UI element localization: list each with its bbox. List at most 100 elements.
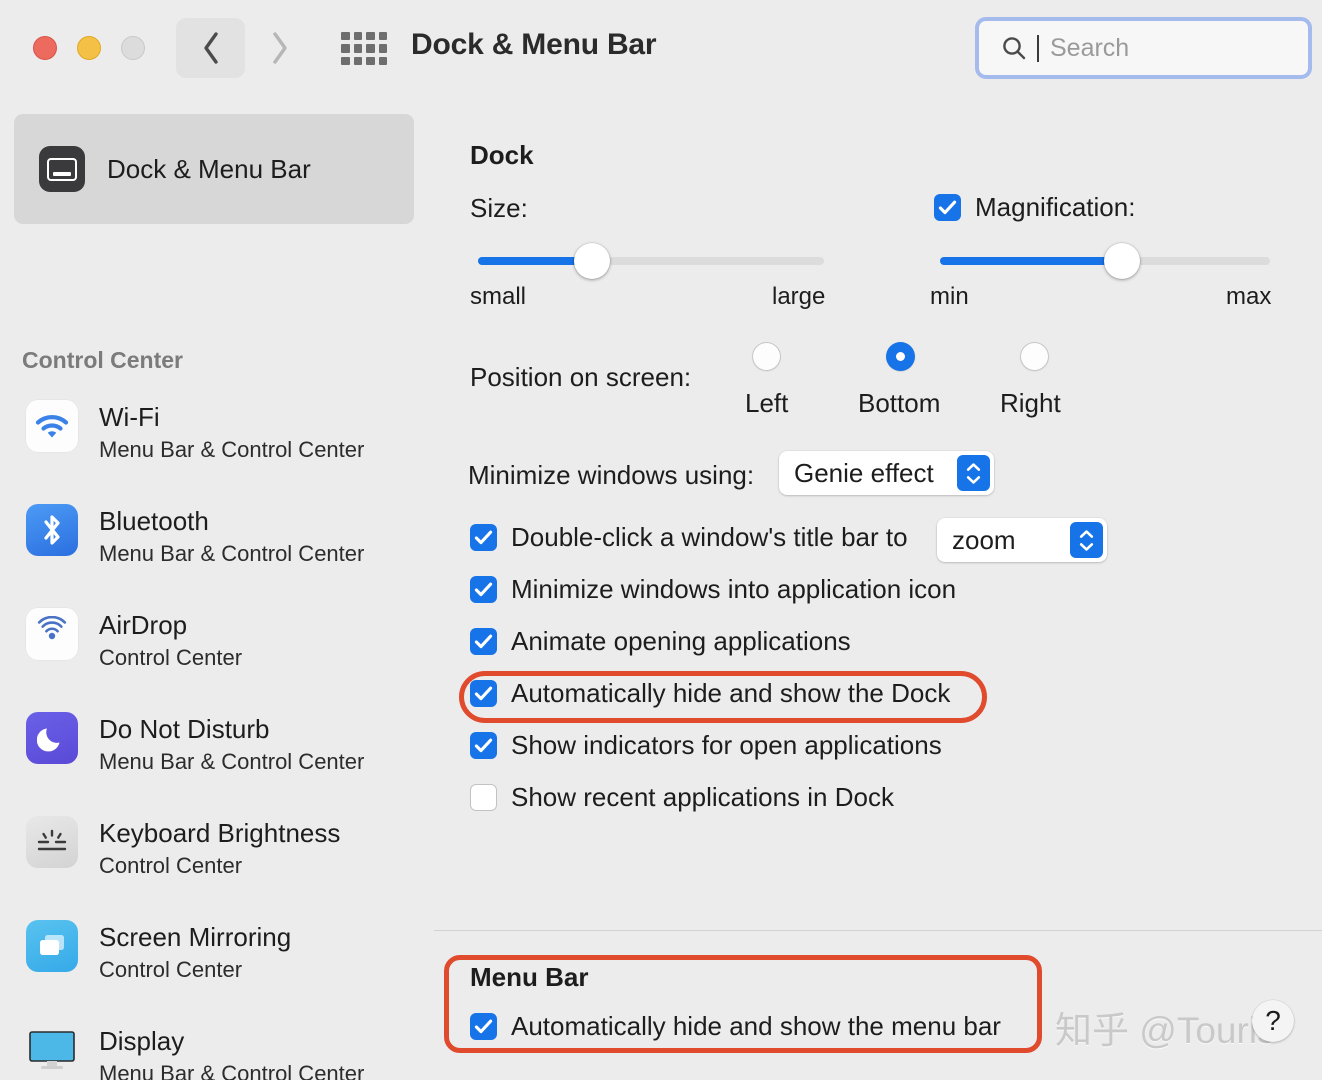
menu-bar-auto-hide-row[interactable]: Automatically hide and show the menu bar: [470, 1011, 1001, 1042]
search-field-inner[interactable]: Search: [991, 21, 1296, 75]
wifi-icon: [26, 400, 78, 452]
toolbar: Dock & Menu Bar Search: [0, 0, 1322, 97]
auto-hide-dock-checkbox[interactable]: [470, 680, 497, 707]
minimize-effect-popup[interactable]: Genie effect: [779, 451, 994, 495]
show-indicators-row[interactable]: Show indicators for open applications: [470, 730, 942, 761]
magnification-checkbox-row[interactable]: Magnification:: [934, 192, 1135, 223]
magnification-label: Magnification:: [975, 192, 1136, 222]
forward-button[interactable]: [245, 18, 314, 78]
dock-section-title: Dock: [470, 140, 534, 170]
double-click-action-value: zoom: [952, 524, 1016, 555]
moon-icon: [26, 712, 78, 764]
minimize-button[interactable]: [77, 36, 101, 60]
navigation-buttons: [176, 18, 314, 78]
double-click-label: Double-click a window's title bar to: [511, 522, 908, 552]
sidebar-item-name: Screen Mirroring: [99, 922, 292, 952]
radio-position-left[interactable]: [752, 342, 781, 371]
size-max-label: large: [772, 283, 826, 310]
double-click-action-popup[interactable]: zoom: [937, 518, 1107, 562]
auto-hide-dock-label: Automatically hide and show the Dock: [511, 678, 951, 708]
show-all-grid-icon[interactable]: [341, 32, 387, 65]
zoom-button[interactable]: [121, 36, 145, 60]
show-recent-apps-checkbox[interactable]: [470, 784, 497, 811]
dock-settings-pane: Dock Size: small large Magnification: mi…: [434, 97, 1322, 930]
page-title: Dock & Menu Bar: [411, 28, 657, 61]
sidebar-item-airdrop[interactable]: AirDrop Control Center: [0, 608, 434, 712]
sidebar-item-name: Wi-Fi: [99, 402, 160, 432]
sidebar-item-keyboard-brightness[interactable]: Keyboard Brightness Control Center: [0, 816, 434, 920]
sidebar-item-dock-menu-bar[interactable]: Dock & Menu Bar: [14, 114, 414, 224]
search-placeholder: Search: [1050, 33, 1130, 62]
animate-opening-row[interactable]: Animate opening applications: [470, 626, 851, 657]
size-min-label: small: [470, 283, 527, 310]
sidebar-item-name: Display: [99, 1026, 185, 1056]
dock-size-slider[interactable]: [478, 243, 824, 279]
magnification-max-label: max: [1226, 283, 1272, 310]
stepper-icon[interactable]: [1070, 522, 1103, 558]
sidebar: Dock & Menu Bar Control Center Wi-Fi Men…: [0, 97, 434, 1080]
sidebar-item-sub: Control Center: [99, 956, 243, 982]
screen-mirroring-icon: [26, 920, 78, 972]
sidebar-item-sub: Control Center: [99, 644, 243, 670]
position-right-label: Right: [1000, 388, 1061, 418]
minimize-into-icon-checkbox[interactable]: [470, 576, 497, 603]
dock-magnification-slider[interactable]: [940, 243, 1270, 279]
text-cursor: [1037, 34, 1039, 62]
position-left-label: Left: [745, 388, 789, 418]
sidebar-item-sub: Menu Bar & Control Center: [99, 748, 365, 774]
chevron-right-icon: [272, 32, 287, 64]
stepper-icon[interactable]: [957, 455, 990, 491]
sidebar-item-name: AirDrop: [99, 610, 188, 640]
sidebar-group-title: Control Center: [22, 347, 183, 373]
minimize-into-icon-row[interactable]: Minimize windows into application icon: [470, 574, 956, 605]
sidebar-item-sub: Menu Bar & Control Center: [99, 540, 365, 566]
position-on-screen-label: Position on screen:: [470, 362, 692, 392]
sidebar-item-name: Do Not Disturb: [99, 714, 270, 744]
animate-opening-label: Animate opening applications: [511, 626, 851, 656]
show-indicators-checkbox[interactable]: [470, 732, 497, 759]
menu-bar-auto-hide-checkbox[interactable]: [470, 1013, 497, 1040]
sidebar-item-bluetooth[interactable]: Bluetooth Menu Bar & Control Center: [0, 504, 434, 608]
minimize-effect-label: Minimize windows using:: [468, 460, 755, 490]
sidebar-item-display[interactable]: Display Menu Bar & Control Center: [0, 1024, 434, 1080]
sidebar-item-screen-mirroring[interactable]: Screen Mirroring Control Center: [0, 920, 434, 1024]
animate-opening-checkbox[interactable]: [470, 628, 497, 655]
search-icon: [1003, 37, 1026, 60]
bluetooth-icon: [26, 504, 78, 556]
magnification-min-label: min: [930, 283, 969, 310]
display-icon: [26, 1024, 78, 1076]
magnification-checkbox[interactable]: [934, 194, 961, 221]
traffic-lights: [33, 36, 145, 60]
show-recent-apps-row[interactable]: Show recent applications in Dock: [470, 782, 894, 813]
keyboard-brightness-icon: [26, 816, 78, 868]
magnification-slider-fill: [940, 257, 1122, 265]
show-recent-apps-label: Show recent applications in Dock: [511, 782, 894, 812]
help-button[interactable]: ?: [1252, 1000, 1294, 1042]
radio-position-bottom[interactable]: [886, 342, 915, 371]
search-field[interactable]: Search: [975, 17, 1312, 79]
dock-menu-bar-icon: [39, 146, 85, 192]
sidebar-item-sub: Menu Bar & Control Center: [99, 436, 365, 462]
sidebar-item-sub: Menu Bar & Control Center: [99, 1060, 365, 1080]
close-button[interactable]: [33, 36, 57, 60]
minimize-into-icon-label: Minimize windows into application icon: [511, 574, 957, 604]
show-indicators-label: Show indicators for open applications: [511, 730, 942, 760]
system-preferences-window: Dock & Menu Bar Search Dock & Menu Bar C…: [0, 0, 1322, 1080]
sidebar-item-name: Bluetooth: [99, 506, 209, 536]
menu-bar-auto-hide-label: Automatically hide and show the menu bar: [511, 1011, 1001, 1041]
size-slider-knob[interactable]: [574, 243, 611, 279]
magnification-slider-knob[interactable]: [1103, 243, 1140, 279]
back-button[interactable]: [176, 18, 245, 78]
sidebar-item-name: Keyboard Brightness: [99, 818, 341, 848]
chevron-left-icon: [203, 32, 218, 64]
watermark: 知乎 @Touris: [1055, 1010, 1276, 1051]
radio-position-right[interactable]: [1020, 342, 1049, 371]
size-label: Size:: [470, 193, 528, 223]
sidebar-item-do-not-disturb[interactable]: Do Not Disturb Menu Bar & Control Center: [0, 712, 434, 816]
double-click-checkbox[interactable]: [470, 524, 497, 551]
sidebar-item-label: Dock & Menu Bar: [107, 153, 311, 184]
sidebar-item-wifi[interactable]: Wi-Fi Menu Bar & Control Center: [0, 400, 434, 504]
minimize-effect-value: Genie effect: [794, 457, 934, 488]
auto-hide-dock-row[interactable]: Automatically hide and show the Dock: [470, 678, 950, 709]
double-click-checkbox-row[interactable]: Double-click a window's title bar to: [470, 522, 908, 553]
